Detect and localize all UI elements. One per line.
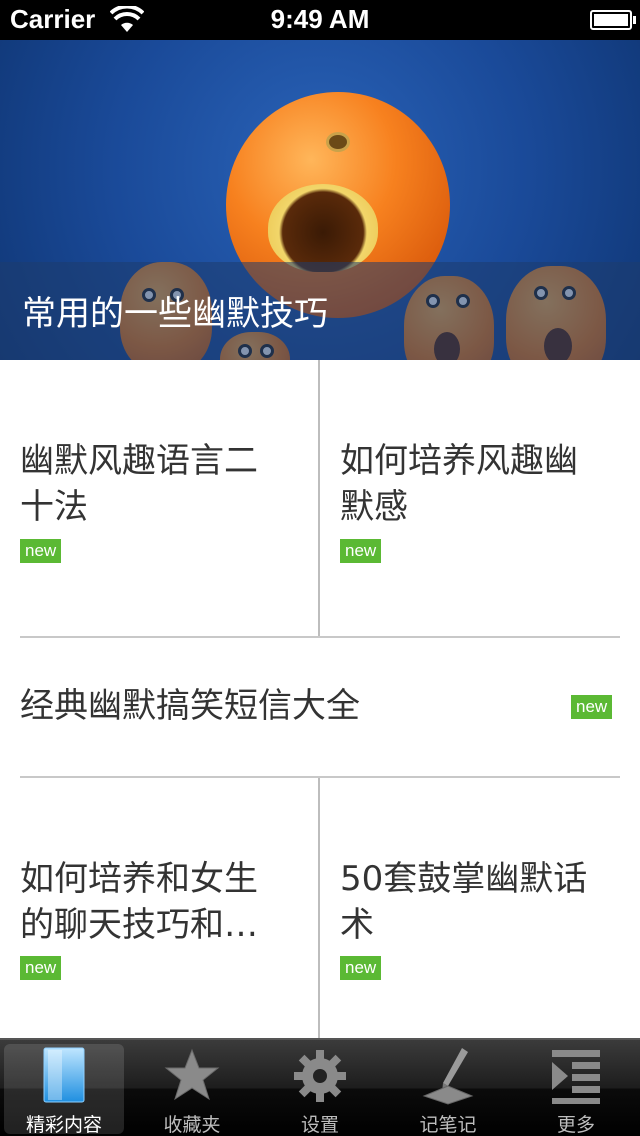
new-badge: new bbox=[20, 539, 62, 563]
tab-label: 记笔记 bbox=[419, 1114, 477, 1136]
new-badge: new bbox=[340, 956, 382, 980]
pen-icon bbox=[422, 1048, 474, 1105]
tab-favorites[interactable]: 收藏夹 bbox=[132, 1044, 252, 1136]
article-title: 幽默风趣语言二 十法 bbox=[20, 441, 258, 527]
tab-settings[interactable]: 设置 bbox=[260, 1044, 380, 1136]
status-bar: Carrier 9:49 AM bbox=[0, 0, 640, 40]
article-row[interactable]: 经典幽默搞笑短信大全 new bbox=[0, 638, 640, 776]
article-title: 经典幽默搞笑短信大全 bbox=[20, 686, 360, 726]
article-tile[interactable]: 幽默风趣语言二 十法 new bbox=[0, 360, 318, 636]
tab-bar: 精彩内容 收藏夹 设置 记笔记 更多 bbox=[0, 1038, 640, 1136]
tab-notes[interactable]: 记笔记 bbox=[388, 1044, 508, 1136]
article-title: 50套鼓掌幽默话 术 bbox=[340, 859, 588, 945]
tab-featured[interactable]: 精彩内容 bbox=[4, 1044, 124, 1136]
gear-icon bbox=[294, 1050, 346, 1102]
battery-icon bbox=[590, 10, 636, 30]
hero-banner[interactable]: 常用的一些幽默技巧 bbox=[0, 40, 640, 360]
tab-label: 更多 bbox=[556, 1114, 595, 1136]
hero-caption: 常用的一些幽默技巧 bbox=[22, 294, 328, 334]
tab-label: 收藏夹 bbox=[163, 1114, 221, 1136]
new-badge: new bbox=[571, 695, 613, 719]
article-tile[interactable]: 如何培养风趣幽 默感 new bbox=[320, 360, 640, 636]
article-title: 如何培养和女生 的聊天技巧和… bbox=[20, 859, 258, 945]
article-title: 如何培养风趣幽 默感 bbox=[340, 441, 578, 527]
tab-more[interactable]: 更多 bbox=[516, 1044, 636, 1136]
new-badge: new bbox=[340, 539, 382, 563]
article-grid: 幽默风趣语言二 十法 new 如何培养风趣幽 默感 new 经典幽默搞笑短信大全… bbox=[0, 360, 640, 1038]
clock: 9:49 AM bbox=[270, 4, 370, 34]
page-icon bbox=[43, 1047, 85, 1103]
tab-label: 设置 bbox=[300, 1114, 339, 1136]
new-badge: new bbox=[20, 956, 62, 980]
article-tile[interactable]: 50套鼓掌幽默话 术 new bbox=[320, 778, 640, 1038]
article-tile[interactable]: 如何培养和女生 的聊天技巧和… new bbox=[0, 778, 318, 1038]
star-icon bbox=[164, 1048, 220, 1101]
tab-label: 精彩内容 bbox=[25, 1114, 102, 1136]
more-list-icon bbox=[552, 1050, 600, 1104]
